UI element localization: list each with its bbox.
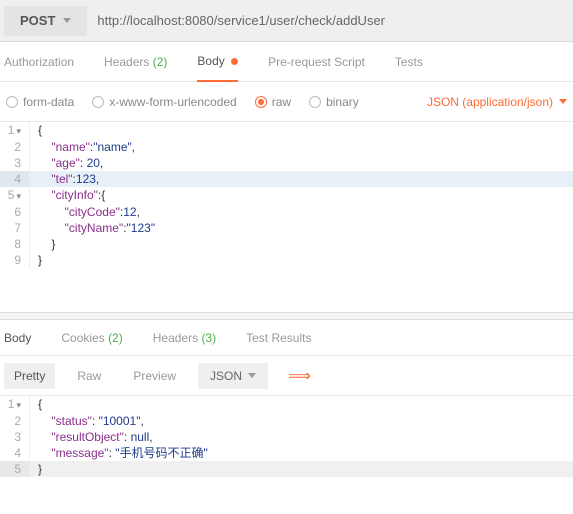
radio-label: form-data — [23, 95, 74, 109]
code-brace: { — [38, 397, 42, 411]
view-raw[interactable]: Raw — [67, 363, 111, 389]
http-method-label: POST — [20, 13, 55, 28]
resp-tab-cookies[interactable]: Cookies (2) — [61, 331, 122, 345]
resp-tab-body[interactable]: Body — [4, 331, 31, 345]
code-string: "手机号码不正确" — [115, 446, 208, 460]
response-body-viewer[interactable]: 1▾{ 2 "status": "10001", 3 "resultObject… — [0, 396, 573, 477]
code-brace: } — [30, 252, 573, 268]
radio-label: x-www-form-urlencoded — [109, 95, 236, 109]
radio-icon — [309, 96, 321, 108]
response-view-options: Pretty Raw Preview JSON ⟹ — [0, 356, 573, 396]
code-brace: } — [30, 236, 573, 252]
resp-tab-headers[interactable]: Headers (3) — [153, 331, 216, 345]
headers-count: (2) — [153, 55, 168, 69]
radio-icon — [92, 96, 104, 108]
unsaved-dot-icon — [231, 58, 238, 65]
code-key: "message" — [51, 446, 108, 460]
content-type-selector[interactable]: JSON (application/json) — [427, 95, 567, 109]
resp-tab-label: Headers — [153, 331, 198, 345]
cookies-count: (2) — [108, 331, 123, 345]
code-key: "tel" — [51, 172, 72, 186]
tab-body-label: Body — [197, 54, 224, 68]
radio-label: raw — [272, 95, 291, 109]
code-key: "cityInfo" — [51, 188, 98, 202]
code-key: "age" — [51, 156, 80, 170]
wrap-lines-icon[interactable]: ⟹ — [280, 362, 319, 390]
request-bar: POST — [0, 0, 573, 42]
code-key: "cityCode" — [65, 205, 120, 219]
chevron-down-icon — [559, 99, 567, 104]
radio-urlencoded[interactable]: x-www-form-urlencoded — [92, 95, 236, 109]
resp-tab-label: Cookies — [61, 331, 104, 345]
request-body-editor[interactable]: 1▾{ 2 "name":"name", 3 "age": 20, 4 "tel… — [0, 122, 573, 312]
code-number: 20 — [87, 156, 100, 170]
resp-tab-testresults[interactable]: Test Results — [246, 331, 311, 345]
radio-label: binary — [326, 95, 359, 109]
tab-body[interactable]: Body — [197, 42, 238, 82]
view-pretty[interactable]: Pretty — [4, 363, 55, 389]
response-format-selector[interactable]: JSON — [198, 363, 268, 389]
resp-headers-count: (3) — [201, 331, 216, 345]
radio-raw[interactable]: raw — [255, 95, 291, 109]
radio-icon — [6, 96, 18, 108]
code-key: "status" — [51, 414, 92, 428]
body-type-options: form-data x-www-form-urlencoded raw bina… — [0, 82, 573, 122]
code-key: "resultObject" — [51, 430, 124, 444]
code-brace: } — [38, 462, 42, 476]
code-brace: { — [38, 123, 42, 137]
tab-prerequest[interactable]: Pre-request Script — [268, 43, 365, 81]
code-null: null — [131, 430, 150, 444]
radio-icon — [255, 96, 267, 108]
code-string: "10001" — [99, 414, 141, 428]
radio-form-data[interactable]: form-data — [6, 95, 74, 109]
request-tabs: Authorization Headers (2) Body Pre-reque… — [0, 42, 573, 82]
code-string: "name" — [93, 140, 132, 154]
chevron-down-icon — [63, 18, 71, 23]
format-label: JSON — [210, 369, 242, 383]
code-number: 12 — [123, 205, 136, 219]
tab-tests[interactable]: Tests — [395, 43, 423, 81]
code-key: "name" — [51, 140, 90, 154]
code-number: 123 — [76, 172, 96, 186]
content-type-label: JSON (application/json) — [427, 95, 553, 109]
radio-binary[interactable]: binary — [309, 95, 359, 109]
url-input[interactable] — [97, 6, 569, 36]
pane-divider[interactable] — [0, 312, 573, 320]
code-key: "cityName" — [65, 221, 124, 235]
tab-headers[interactable]: Headers (2) — [104, 43, 167, 81]
code-string: "123" — [127, 221, 156, 235]
http-method-selector[interactable]: POST — [4, 6, 87, 36]
view-preview[interactable]: Preview — [123, 363, 186, 389]
tab-authorization[interactable]: Authorization — [4, 43, 74, 81]
tab-headers-label: Headers — [104, 55, 149, 69]
chevron-down-icon — [248, 373, 256, 378]
response-tabs: Body Cookies (2) Headers (3) Test Result… — [0, 320, 573, 356]
